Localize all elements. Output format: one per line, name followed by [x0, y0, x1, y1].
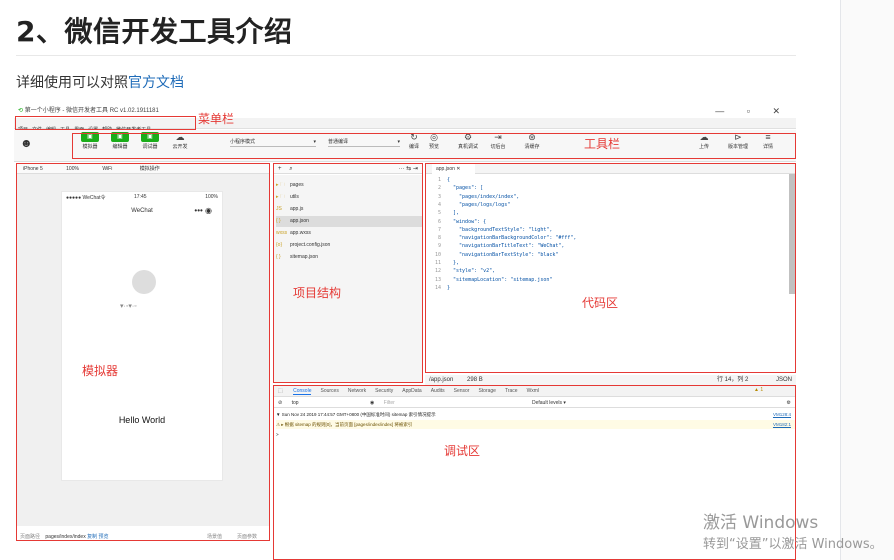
right-margin-pane	[841, 0, 894, 560]
code-highlight	[425, 163, 796, 373]
official-docs-link[interactable]: 官方文档	[128, 75, 184, 91]
status-file: /app.json	[429, 377, 454, 383]
intro-paragraph: 详细使用可以对照官方文档	[16, 72, 184, 92]
toolbar-highlight	[72, 133, 796, 159]
user-avatar-icon[interactable]: ☻	[20, 136, 33, 150]
devtools-screenshot: ⟲ 第一个小程序 - 微信开发者工具 RC v1.02.1911181 — ▫ …	[14, 104, 796, 560]
activation-watermark-title: 激活 Windows	[703, 513, 819, 533]
intro-text: 详细使用可以对照	[16, 75, 128, 91]
page-title: 2、微信开发工具介绍	[16, 15, 293, 48]
activation-watermark-text: 转到“设置”以激活 Windows。	[703, 537, 883, 552]
code-label: 代码区	[582, 296, 619, 310]
debug-label: 调试区	[444, 444, 481, 458]
app-logo-icon: ⟲	[18, 108, 24, 114]
status-position: 行 14，列 2	[717, 377, 749, 383]
menubar-highlight	[15, 116, 196, 130]
window-title-text: 第一个小程序 - 微信开发者工具 RC v1.02.1911181	[24, 108, 159, 114]
status-language[interactable]: JSON	[776, 375, 792, 385]
simulator-highlight	[16, 163, 270, 541]
window-controls[interactable]: — ▫ ✕	[715, 104, 790, 118]
simulator-label: 模拟器	[82, 364, 119, 378]
editor-status-bar: /app.json 298 B 行 14，列 2 JSON	[425, 375, 796, 385]
toolbar-label: 工具栏	[584, 137, 621, 151]
status-size: 298 B	[467, 377, 483, 383]
title-underline	[16, 55, 796, 56]
tree-highlight	[273, 163, 423, 383]
tree-label: 项目结构	[293, 286, 342, 300]
menubar-label: 菜单栏	[198, 112, 235, 126]
